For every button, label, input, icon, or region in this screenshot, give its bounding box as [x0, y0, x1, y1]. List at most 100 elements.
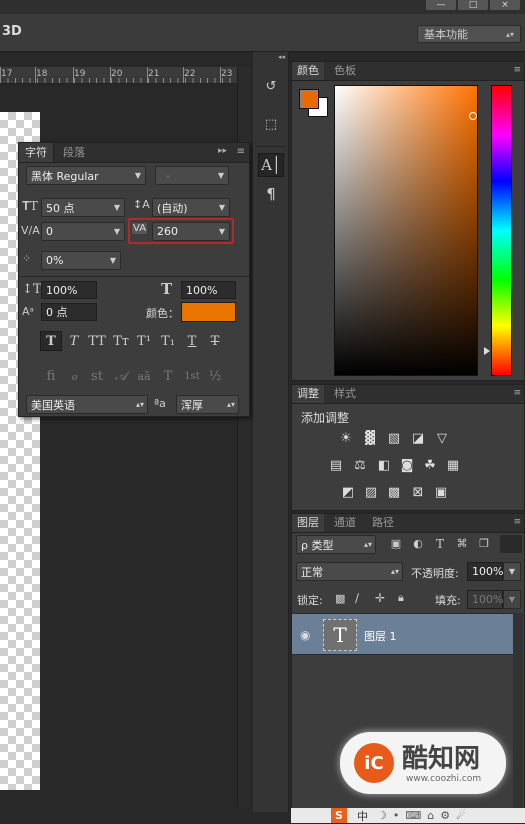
input-language-label[interactable]: 中 — [357, 808, 368, 824]
all-caps-button[interactable]: TT — [86, 331, 108, 351]
invert-icon[interactable]: ◩ — [339, 484, 357, 500]
panel-menu-icon[interactable]: ≡ — [513, 65, 521, 75]
channel-mixer-icon[interactable]: ☘ — [421, 457, 439, 473]
layers-scrollbar[interactable] — [513, 613, 523, 808]
superscript-button[interactable]: T¹ — [133, 331, 155, 351]
color-picker-cursor[interactable] — [469, 112, 477, 120]
collapse-icon[interactable]: ▸▸ — [218, 146, 227, 156]
layer-row[interactable]: ◉ T 图层 1 — [292, 613, 513, 655]
maximize-button[interactable]: □ — [458, 0, 488, 10]
tab-adjustments[interactable]: 调整 — [292, 385, 324, 403]
faux-italic-button[interactable]: T — [63, 331, 85, 351]
close-button[interactable]: × — [490, 0, 520, 10]
text-color-swatch[interactable] — [181, 302, 236, 322]
eye-icon[interactable]: ◉ — [300, 628, 310, 642]
tab-color[interactable]: 颜色 — [292, 62, 324, 80]
lock-all-icon[interactable]: 🔒︎ — [398, 591, 404, 605]
stylistic-alternates-button[interactable]: aā — [133, 366, 155, 386]
horizontal-ruler[interactable]: 17 18 19 20 21 22 23 — [0, 67, 237, 84]
font-size-dropdown[interactable]: 50 点 ▼ — [41, 198, 125, 217]
fill-input[interactable]: 100% — [467, 590, 503, 609]
font-family-dropdown[interactable]: 黑体 Regular ▼ — [26, 166, 146, 185]
curves-icon[interactable]: ▧ — [385, 430, 403, 446]
tab-channels[interactable]: 通道 — [329, 514, 361, 532]
vertical-scale-input[interactable]: 100% — [41, 281, 97, 299]
fill-dropdown-button[interactable]: ▼ — [503, 590, 521, 609]
minimize-button[interactable]: — — [426, 0, 456, 10]
color-lookup-icon[interactable]: ▦ — [444, 457, 462, 473]
workspace-dropdown[interactable]: 基本功能 ▴▾ — [417, 25, 521, 43]
subscript-button[interactable]: T₁ — [157, 331, 179, 351]
selective-color-icon[interactable]: ▣ — [432, 484, 450, 500]
posterize-icon[interactable]: ▨ — [362, 484, 380, 500]
watermark-url: www.coozhi.com — [406, 774, 482, 784]
discretionary-ligatures-button[interactable]: st — [86, 366, 108, 386]
foreground-color-swatch[interactable] — [299, 89, 319, 109]
filter-pixel-icon[interactable]: ▣ — [389, 537, 403, 550]
tab-layers[interactable]: 图层 — [292, 514, 324, 532]
leading-dropdown[interactable]: (自动) ▼ — [152, 198, 230, 217]
opacity-dropdown-button[interactable]: ▼ — [503, 562, 521, 581]
filter-smart-object-icon[interactable]: ❐ — [477, 537, 491, 550]
opacity-input[interactable]: 100% — [467, 562, 503, 581]
titling-alternates-button[interactable]: T — [157, 366, 179, 386]
small-caps-button[interactable]: Tт — [110, 331, 132, 351]
antialias-dropdown[interactable]: 浑厚 ▴▾ — [176, 395, 239, 414]
character-icon[interactable]: A│ — [258, 153, 284, 177]
ordinals-button[interactable]: 1st — [181, 366, 203, 386]
tab-styles[interactable]: 样式 — [329, 385, 361, 403]
lock-position-icon[interactable]: ✛ — [375, 591, 385, 605]
font-style-dropdown[interactable]: - ▼ — [155, 166, 229, 185]
strikethrough-button[interactable]: T — [204, 331, 226, 351]
tsume-dropdown[interactable]: 0% ▼ — [41, 251, 121, 270]
hue-slider-handle[interactable] — [484, 347, 490, 355]
chevron-updown-icon: ▴▾ — [505, 29, 514, 39]
filter-type-icon[interactable]: T — [433, 537, 447, 551]
swash-button[interactable]: 𝒜 — [110, 366, 132, 386]
baseline-shift-input[interactable]: 0 点 — [41, 303, 97, 321]
paragraph-icon[interactable]: ¶ — [258, 182, 284, 206]
panel-menu-icon[interactable]: ≡ — [513, 517, 521, 527]
tab-swatches[interactable]: 色板 — [329, 62, 361, 80]
tray-icons[interactable]: ☽•⌨⌂⚙☄ — [377, 809, 472, 822]
filter-adjustment-icon[interactable]: ◐ — [411, 537, 425, 550]
layer-filter-dropdown[interactable]: ρ 类型 ▴▾ — [296, 535, 376, 554]
tracking-dropdown[interactable]: 260 ▼ — [152, 222, 230, 241]
faux-bold-button[interactable]: T — [40, 331, 62, 351]
color-balance-icon[interactable]: ⚖ — [351, 457, 369, 473]
photo-filter-icon[interactable]: ◙ — [398, 457, 416, 473]
tab-paragraph[interactable]: 段落 — [57, 143, 91, 162]
history-icon[interactable]: ↺ — [258, 74, 284, 98]
lock-image-icon[interactable]: ∕ — [355, 591, 359, 605]
underline-button[interactable]: T — [181, 331, 203, 351]
input-method-icon[interactable]: S — [331, 808, 347, 823]
black-white-icon[interactable]: ◧ — [375, 457, 393, 473]
gradient-map-icon[interactable]: ⊠ — [409, 484, 427, 500]
vibrance-icon[interactable]: ▽ — [433, 430, 451, 446]
levels-icon[interactable]: ▓ — [361, 430, 379, 446]
filter-toggle[interactable] — [500, 535, 522, 553]
cube-icon[interactable]: ⬚ — [258, 112, 284, 136]
panel-menu-icon[interactable]: ≡ — [513, 388, 521, 398]
ligatures-button[interactable]: fi — [40, 366, 62, 386]
exposure-icon[interactable]: ◪ — [409, 430, 427, 446]
brightness-contrast-icon[interactable]: ☀ — [337, 430, 355, 446]
kerning-dropdown[interactable]: 0 ▼ — [41, 222, 125, 241]
tab-character[interactable]: 字符 — [19, 143, 54, 162]
blend-mode-dropdown[interactable]: 正常 ▴▾ — [296, 562, 403, 581]
hue-saturation-icon[interactable]: ▤ — [327, 457, 345, 473]
layer-name[interactable]: 图层 1 — [364, 628, 397, 644]
threshold-icon[interactable]: ▩ — [385, 484, 403, 500]
filter-shape-icon[interactable]: ⌘ — [455, 537, 469, 550]
collapse-icon[interactable]: ◂◂ — [278, 53, 285, 61]
horizontal-scale-input[interactable]: 100% — [181, 281, 236, 299]
color-field[interactable] — [334, 85, 478, 376]
hue-slider[interactable] — [491, 85, 512, 376]
contextual-alternates-button[interactable]: ℴ — [63, 366, 85, 386]
fractions-button[interactable]: ½ — [204, 366, 226, 386]
panel-menu-icon[interactable]: ≡ — [237, 146, 245, 157]
language-dropdown[interactable]: 美国英语 ▴▾ — [26, 395, 148, 414]
tab-paths[interactable]: 路径 — [367, 514, 399, 532]
lock-transparency-icon[interactable]: ▩ — [335, 592, 345, 605]
3d-mode-label[interactable]: 3D — [2, 24, 22, 39]
